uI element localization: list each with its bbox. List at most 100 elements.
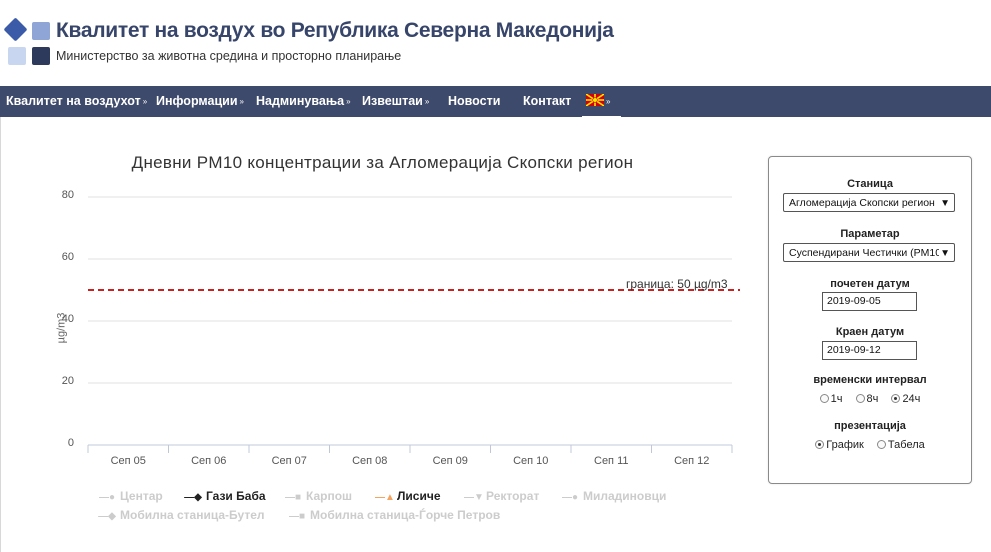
legend-item[interactable]: —● Центар	[98, 489, 163, 503]
station-select[interactable]: Агломерација Скопски регион ▼	[783, 193, 955, 212]
chevron-down-icon: »	[239, 97, 244, 106]
nav-item-label: Надминувања	[256, 94, 345, 108]
legend-label: Мобилна станица-Бутел	[120, 508, 265, 522]
legend-marker-icon: —▲	[375, 492, 395, 503]
site-header: Квалитет на воздух во Република Северна …	[0, 0, 991, 86]
legend-item[interactable]: —◆ Гази Баба	[184, 489, 266, 503]
logo-tile-2	[32, 22, 50, 40]
legend-label: Миладиновци	[583, 489, 667, 503]
presentation-options: График Табела	[769, 439, 971, 451]
y-tick-label: 20	[61, 375, 74, 387]
x-tick-label: Сеп 08	[352, 455, 388, 467]
interval-option-8h[interactable]: 8ч	[855, 393, 879, 405]
interval-option-1h[interactable]: 1ч	[819, 393, 843, 405]
interval-label: временски интервал	[813, 374, 927, 386]
start-date-label: почетен датум	[830, 278, 910, 290]
chevron-down-icon: »	[424, 97, 430, 106]
presentation-option-table[interactable]: Табела	[876, 439, 925, 451]
chevron-down-icon: »	[142, 97, 148, 106]
nav-item-language[interactable]: »	[586, 86, 610, 117]
dropdown-arrow-icon: ▼	[940, 248, 950, 259]
radio-button[interactable]	[891, 394, 901, 403]
end-date-label: Краен датум	[835, 326, 905, 338]
pm10-chart: Дневни PM10 концентрации за Агломерација…	[0, 117, 760, 552]
legend-label: Мобилна станица-Ѓорче Петров	[310, 508, 501, 522]
chevron-down-icon: »	[346, 97, 351, 106]
nav-item-air-quality[interactable]: Квалитет на воздухот»	[6, 86, 147, 117]
station-select-value: Агломерација Скопски регион	[789, 197, 935, 209]
interval-option-24h[interactable]: 24ч	[891, 393, 920, 405]
radio-button[interactable]	[855, 394, 865, 403]
legend-marker-icon: —▼	[464, 492, 484, 503]
legend-item[interactable]: —● Миладиновци	[561, 489, 666, 503]
nav-item-exceedances[interactable]: Надминувања»	[256, 86, 351, 117]
legend-item[interactable]: —◆ Мобилна станица-Бутел	[98, 508, 265, 522]
radio-label: 8ч	[866, 393, 879, 405]
nav-item-label: Информации	[156, 94, 238, 108]
y-tick-label: 80	[61, 189, 74, 201]
interval-options: 1ч 8ч 24ч	[769, 393, 971, 405]
legend-label: Ректорат	[486, 489, 540, 503]
nav-item-label: Квалитет на воздухот	[6, 94, 141, 108]
legend-label: Гази Баба	[206, 489, 266, 503]
x-tick-label: Сеп 12	[674, 455, 710, 467]
radio-label: Табела	[887, 439, 925, 451]
site-title[interactable]: Квалитет на воздух во Република Северна …	[56, 19, 614, 43]
radio-button[interactable]	[876, 440, 886, 449]
start-date-input[interactable]: 2019-09-05	[822, 292, 917, 311]
site-logo[interactable]	[3, 17, 54, 68]
legend-item[interactable]: —■ Карпош	[284, 489, 352, 503]
legend-marker-icon: —■	[284, 492, 302, 503]
legend-label: Карпош	[306, 489, 353, 503]
presentation-option-chart[interactable]: График	[815, 439, 864, 451]
logo-tile-3	[8, 47, 26, 65]
radio-label: 24ч	[902, 393, 921, 405]
legend-marker-icon: —◆	[184, 492, 202, 503]
logo-tile-1	[3, 17, 28, 42]
legend-marker-icon: —■	[288, 511, 306, 522]
nav-item-reports[interactable]: Извештаи»	[362, 86, 429, 117]
presentation-label: презентација	[834, 420, 906, 432]
x-tick-label: Сеп 05	[110, 455, 146, 467]
chart-title: Дневни PM10 концентрации за Агломерација…	[131, 153, 634, 172]
parameter-select[interactable]: Суспендирани Честички (PM10) ▼	[783, 243, 955, 262]
legend-marker-icon: —●	[561, 492, 579, 503]
macedonia-flag-icon	[586, 94, 604, 106]
legend-label: Центар	[120, 489, 163, 503]
nav-item-contact[interactable]: Контакт	[523, 86, 571, 117]
legend-item[interactable]: —▲ Лисиче	[375, 489, 441, 503]
legend-item[interactable]: —▼ Ректорат	[464, 489, 539, 503]
legend-label: Лисиче	[397, 489, 441, 503]
y-tick-label: 60	[61, 251, 74, 263]
legend-item[interactable]: —■ Мобилна станица-Ѓорче Петров	[288, 508, 500, 522]
x-tick-label: Сеп 09	[432, 455, 468, 467]
y-tick-label: 40	[61, 313, 74, 325]
chart-plot-area	[87, 196, 740, 453]
legend-marker-icon: —●	[98, 492, 116, 503]
site-subtitle: Министерство за животна средина и просто…	[56, 49, 402, 63]
dropdown-arrow-icon: ▼	[940, 198, 950, 209]
radio-button[interactable]	[819, 394, 829, 403]
nav-item-label: Новости	[448, 94, 501, 108]
filter-panel: Станица Агломерација Скопски регион ▼ Па…	[768, 156, 972, 484]
limit-line-label: граница: 50 µg/m3	[626, 277, 728, 291]
x-tick-label: Сеп 07	[271, 455, 307, 467]
radio-label: 1ч	[830, 393, 843, 405]
x-tick-label: Сеп 10	[513, 455, 549, 467]
legend-marker-icon: —◆	[98, 511, 116, 522]
x-tick-label: Сеп 06	[191, 455, 227, 467]
main-nav: Квалитет на воздухот» Информации» Надмин…	[0, 86, 991, 117]
end-date-input[interactable]: 2019-09-12	[822, 341, 917, 360]
parameter-label: Параметар	[840, 228, 900, 240]
x-tick-label: Сеп 11	[594, 455, 629, 467]
nav-item-label: Извештаи	[362, 94, 423, 108]
logo-tile-4	[32, 47, 50, 65]
nav-item-information[interactable]: Информации»	[156, 86, 244, 117]
chevron-down-icon: »	[606, 97, 611, 106]
station-label: Станица	[847, 178, 893, 190]
nav-item-news[interactable]: Новости	[448, 86, 500, 117]
radio-label: График	[826, 439, 864, 451]
radio-button[interactable]	[815, 440, 825, 449]
y-tick-label: 0	[67, 437, 74, 449]
parameter-select-value: Суспендирани Честички (PM10)	[789, 247, 939, 259]
